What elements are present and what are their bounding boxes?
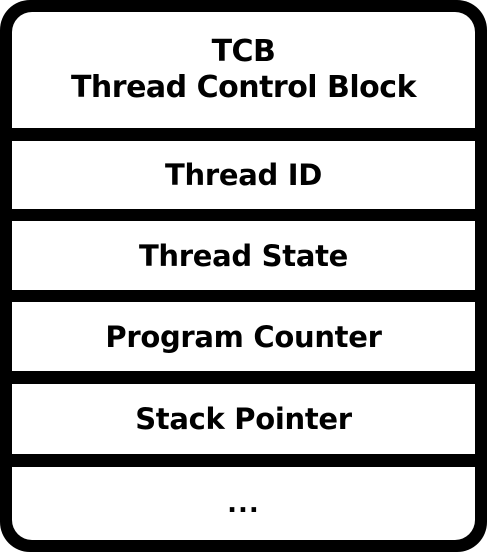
tcb-field-thread-state: Thread State [12,221,475,290]
field-label: Thread ID [165,158,322,192]
tcb-field-more: ... [12,467,475,540]
tcb-full-name: Thread Control Block [70,70,417,105]
tcb-field-stack-pointer: Stack Pointer [12,384,475,454]
tcb-diagram: TCB Thread Control Block Thread ID Threa… [0,0,487,552]
tcb-field-program-counter: Program Counter [12,302,475,371]
tcb-field-thread-id: Thread ID [12,141,475,209]
tcb-abbreviation: TCB [211,34,276,69]
ellipsis-label: ... [227,488,260,519]
field-label: Thread State [138,238,349,273]
field-label: Program Counter [105,319,382,354]
field-label: Stack Pointer [135,402,352,436]
tcb-header-cell: TCB Thread Control Block [12,12,475,128]
